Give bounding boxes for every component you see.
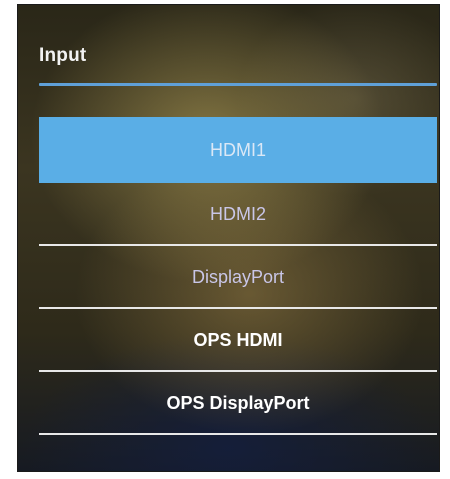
option-divider bbox=[39, 433, 437, 435]
input-option-label: HDMI2 bbox=[209, 204, 266, 224]
input-source-list: HDMI1 HDMI2 DisplayPort OPS HDMI OPS Dis… bbox=[39, 117, 437, 435]
input-option-displayport[interactable]: DisplayPort bbox=[39, 246, 437, 309]
input-option-ops-hdmi[interactable]: OPS HDMI bbox=[39, 309, 437, 372]
title-underline bbox=[39, 83, 437, 86]
menu-title: Input bbox=[39, 45, 87, 66]
input-option-label: OPS DisplayPort bbox=[166, 393, 310, 413]
input-option-hdmi2[interactable]: HDMI2 bbox=[39, 183, 437, 246]
monitor-osd-screen: Input HDMI1 HDMI2 DisplayPort OPS HDMI O… bbox=[17, 4, 440, 472]
input-option-label: HDMI1 bbox=[209, 139, 266, 160]
input-option-ops-displayport[interactable]: OPS DisplayPort bbox=[39, 372, 437, 435]
input-option-label: DisplayPort bbox=[191, 267, 285, 287]
input-option-label: OPS HDMI bbox=[193, 330, 283, 350]
input-option-hdmi1[interactable]: HDMI1 bbox=[39, 117, 437, 183]
